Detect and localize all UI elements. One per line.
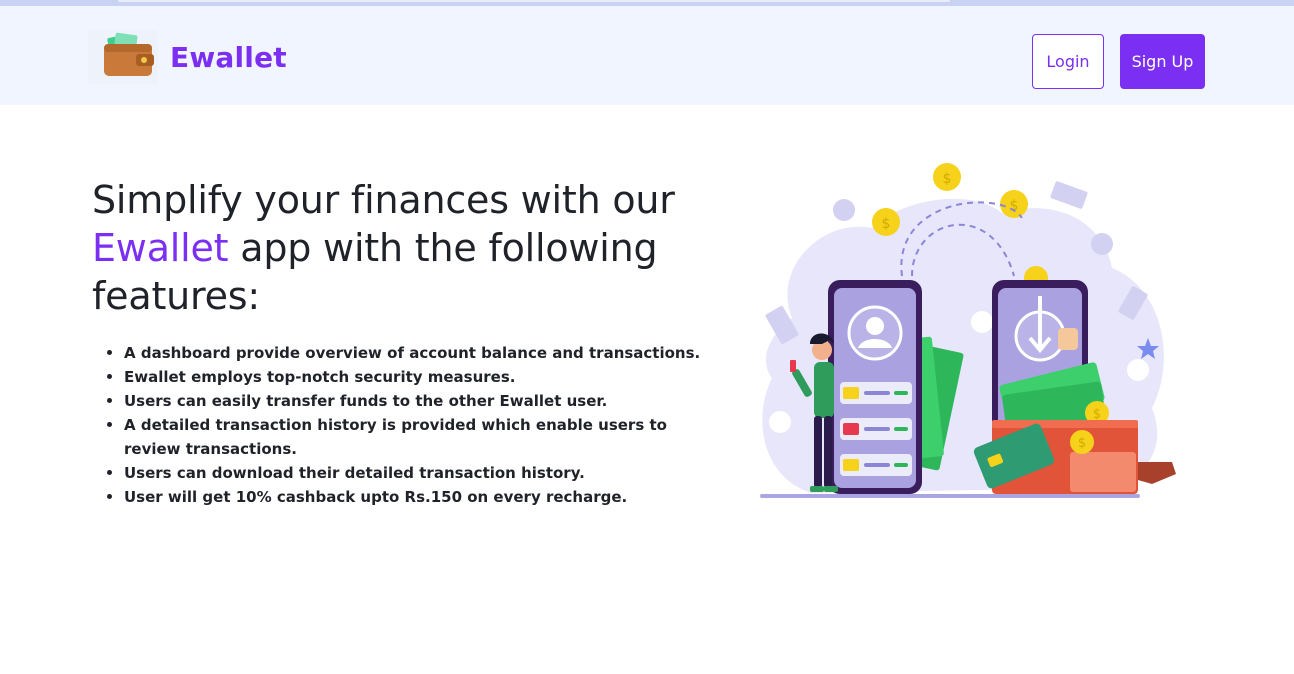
money-transfer-illustration: $ $ $ $ $	[760, 163, 1176, 498]
login-button[interactable]: Login	[1032, 34, 1104, 89]
feature-item: Users can easily transfer funds to the o…	[104, 389, 704, 413]
feature-item: A detailed transaction history is provid…	[104, 413, 704, 461]
headline-accent: Ewallet	[92, 226, 229, 270]
feature-item: A dashboard provide overview of account …	[104, 341, 704, 365]
feature-list: A dashboard provide overview of account …	[104, 341, 704, 509]
brand-name: Ewallet	[170, 40, 287, 74]
horizontal-scrollbar[interactable]	[118, 0, 950, 2]
feature-item: User will get 10% cashback upto Rs.150 o…	[104, 485, 704, 509]
feature-item: Ewallet employs top-notch security measu…	[104, 365, 704, 389]
svg-text:$: $	[1078, 436, 1086, 451]
feature-item: Users can download their detailed transa…	[104, 461, 704, 485]
wallet-icon	[88, 30, 158, 84]
brand[interactable]: Ewallet	[88, 30, 287, 84]
signup-button[interactable]: Sign Up	[1120, 34, 1205, 89]
hero-headline: Simplify your finances with our Ewallet …	[92, 176, 712, 320]
svg-text:$: $	[882, 216, 891, 232]
headline-part-1: Simplify your finances with our	[92, 178, 675, 222]
svg-text:$: $	[943, 171, 952, 187]
svg-text:$: $	[1093, 407, 1101, 422]
navbar: Ewallet Login Sign Up	[0, 6, 1294, 105]
